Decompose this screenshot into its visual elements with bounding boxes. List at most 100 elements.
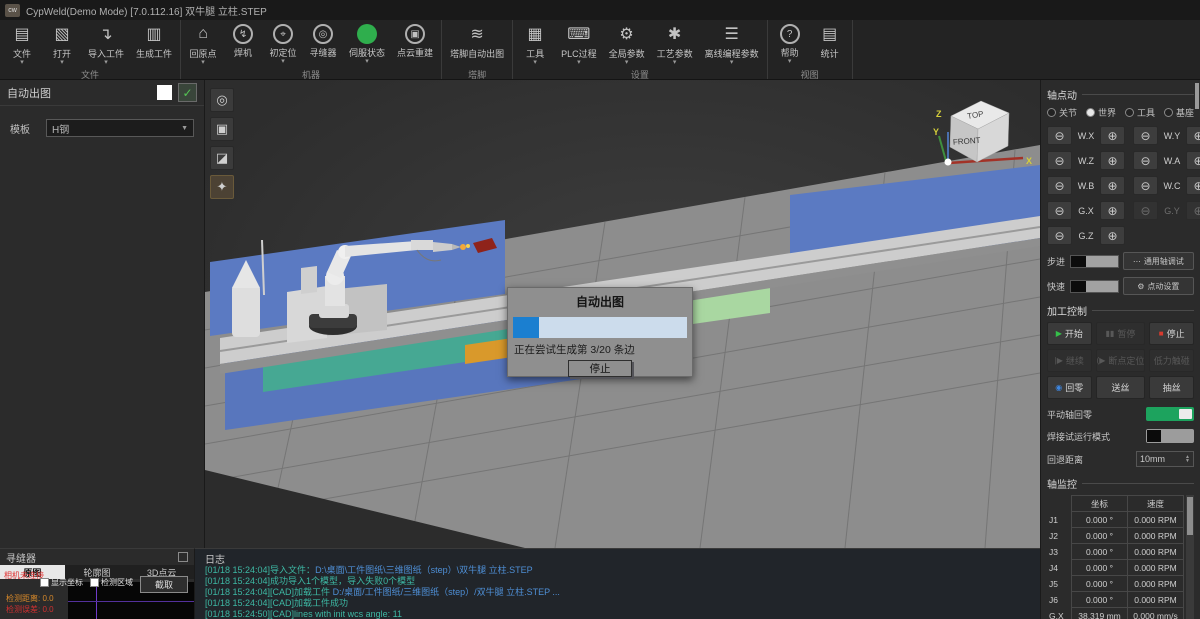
axis-plus-button-gy[interactable]: ⊕ [1186,201,1200,220]
monitor-row-G.X: G.X38.319 mm0.000 mm/s [1047,608,1184,619]
viewport-3d[interactable]: TOP FRONT Z Y X ◎▣◪✦ 自动出图 正在尝试生成第 3/20 条… [205,80,1040,548]
monitor-axis-label: G.X [1047,608,1072,619]
ribbon-button-statistics[interactable]: ▤统计 [816,22,844,67]
monitor-scrollbar[interactable] [1186,495,1194,619]
axis-minus-button-gz[interactable]: ⊖ [1047,226,1072,245]
axis-debug-button[interactable]: ⋯ 通用轴调试 [1123,252,1194,270]
checkbox-label: 显示坐标 [51,577,83,588]
spinner-arrows-icon[interactable]: ▲▼ [1185,455,1190,463]
ribbon-button-tools[interactable]: ▦工具▾ [521,22,549,67]
axis-minus-button-wb[interactable]: ⊖ [1047,176,1072,195]
seam-finder-title: 寻缝器 [6,550,36,565]
file-icon: ▤ [14,22,29,45]
statistics-label: 统计 [821,47,839,60]
axis-debug-label: 通用轴调试 [1144,256,1184,267]
color-swatch[interactable] [157,85,172,100]
ribbon-button-open[interactable]: ▧打开▾ [48,22,76,67]
axis-plus-button-gx[interactable]: ⊕ [1100,201,1125,220]
tower-foot-auto-drawing-label: 塔脚自动出图 [450,47,504,60]
axis-label-wz: W.Z [1075,156,1097,166]
axis-minus-button-wc[interactable]: ⊖ [1133,176,1158,195]
continue-icon: |▶ [1055,356,1063,365]
jog-mode-base[interactable]: 基座 [1164,106,1194,119]
step-slider[interactable] [1070,255,1119,268]
checkbox-show-coords[interactable]: 显示坐标 [40,577,83,588]
ribbon-group-settings: ▦工具▾⌨PLC过程▾⚙全局参数▾✱工艺参数▾☰离线编程参数▾设置 [513,20,768,79]
monitor-row-J6: J60.000 °0.000 RPM [1047,592,1184,608]
start-button[interactable]: ▶开始 [1047,322,1092,345]
weld-trial-toggle[interactable] [1146,429,1194,443]
expand-icon[interactable] [178,552,188,562]
axis-plus-button-wb[interactable]: ⊕ [1100,176,1125,195]
ribbon-button-plc-process[interactable]: ⌨PLC过程▾ [561,22,597,67]
ribbon-button-file[interactable]: ▤文件▾ [8,22,36,67]
axis-minus-button-gx[interactable]: ⊖ [1047,201,1072,220]
wire-retract-label: 抽丝 [1163,381,1181,394]
app-logo-icon: cw [5,4,20,17]
stop-button[interactable]: ■停止 [1149,322,1194,345]
retreat-distance-value: 10mm [1140,454,1165,464]
ribbon-button-home-origin[interactable]: ⌂回原点▾ [189,22,217,67]
axis-label-gy: G.Y [1161,206,1183,216]
axis-cell-gx: ⊖G.X⊕ [1047,201,1125,220]
ribbon-button-point-cloud-rebuild[interactable]: ▣点云重建 [397,22,433,66]
jog-mode-joint[interactable]: 关节 [1047,106,1077,119]
ribbon-button-tower-foot-auto-drawing[interactable]: ≋塔脚自动出图 [450,22,504,67]
ribbon-button-help[interactable]: ?帮助▾ [776,22,804,66]
axis-plus-button-wa[interactable]: ⊕ [1186,151,1200,170]
wire-retract-button[interactable]: 抽丝 [1149,376,1194,399]
axis-minus-button-wx[interactable]: ⊖ [1047,126,1072,145]
translation-home-toggle[interactable] [1146,407,1194,421]
axis-minus-button-gy[interactable]: ⊖ [1133,201,1158,220]
fast-slider[interactable] [1070,280,1119,293]
ribbon-button-global-params[interactable]: ⚙全局参数▾ [609,22,645,67]
log-entry: [01/18 15:24:50][CAD]lines with init wcs… [205,609,1030,619]
axis-plus-button-gz[interactable]: ⊕ [1100,226,1125,245]
jog-settings-button[interactable]: ⚙ 点动设置 [1123,277,1194,295]
right-panel-scrollbar[interactable] [1195,83,1199,109]
ribbon-button-servo-status[interactable]: 伺服状态▾ [349,22,385,66]
axis-minus-button-wz[interactable]: ⊖ [1047,151,1072,170]
axis-plus-button-wz[interactable]: ⊕ [1100,151,1125,170]
fit-view-icon[interactable]: ◎ [210,88,234,112]
wire-feed-button[interactable]: 送丝 [1096,376,1146,399]
ribbon-button-offline-programming-params[interactable]: ☰离线编程参数▾ [705,22,759,67]
monitor-row-J5: J50.000 °0.000 RPM [1047,576,1184,592]
checkbox-detect-region[interactable]: 检测区域 [90,577,133,588]
home-origin-icon: ⌂ [198,22,208,45]
start-icon: ▶ [1056,329,1062,338]
pick-tool-icon[interactable]: ✦ [210,175,234,199]
retreat-distance-spinner[interactable]: 10mm ▲▼ [1136,451,1194,467]
checkbox-icon [40,578,49,587]
axis-minus-button-wa[interactable]: ⊖ [1133,151,1158,170]
continue-button: |▶继续 [1047,349,1092,372]
ribbon-button-welder[interactable]: ↯焊机 [229,22,257,66]
jog-mode-world[interactable]: 世界 [1086,106,1116,119]
process-params-icon: ✱ [668,22,681,45]
orbit-view-icon[interactable]: ▣ [210,117,234,141]
jog-mode-tool[interactable]: 工具 [1125,106,1155,119]
axis-cell-wb: ⊖W.B⊕ [1047,176,1125,195]
auto-drawing-progress-dialog: 自动出图 正在尝试生成第 3/20 条边 停止 [507,287,693,377]
dialog-stop-button[interactable]: 停止 [568,360,632,377]
axis-plus-button-wy[interactable]: ⊕ [1186,126,1200,145]
axis-plus-button-wc[interactable]: ⊕ [1186,176,1200,195]
monitor-coord-value: 0.000 ° [1072,560,1128,576]
capture-button[interactable]: 截取 [140,576,188,593]
trial-mode-label: 焊接试运行模式 [1047,430,1110,443]
ribbon-button-initial-position[interactable]: ⌖初定位▾ [269,22,297,66]
ribbon-button-generate-workpiece[interactable]: ▥生成工件 [136,22,172,67]
home-zero-button[interactable]: ◉回零 [1047,376,1092,399]
ribbon-button-import-workpiece[interactable]: ↴导入工件▾ [88,22,124,67]
axis-minus-button-wy[interactable]: ⊖ [1133,126,1158,145]
ribbon-button-seam-finder[interactable]: ◎寻缝器 [309,22,337,66]
monitor-coord-value: 0.000 ° [1072,544,1128,560]
section-view-icon[interactable]: ◪ [210,146,234,170]
monitor-speed-value: 0.000 RPM [1128,528,1184,544]
axis-label-wa: W.A [1161,156,1183,166]
ribbon-button-process-params[interactable]: ✱工艺参数▾ [657,22,693,67]
axis-plus-button-wx[interactable]: ⊕ [1100,126,1125,145]
confirm-check-button[interactable]: ✓ [178,83,197,102]
template-dropdown[interactable]: H钢 ▼ [46,119,194,137]
viewport-toolbar: ◎ ▣ ◪ ✦ [210,88,234,199]
